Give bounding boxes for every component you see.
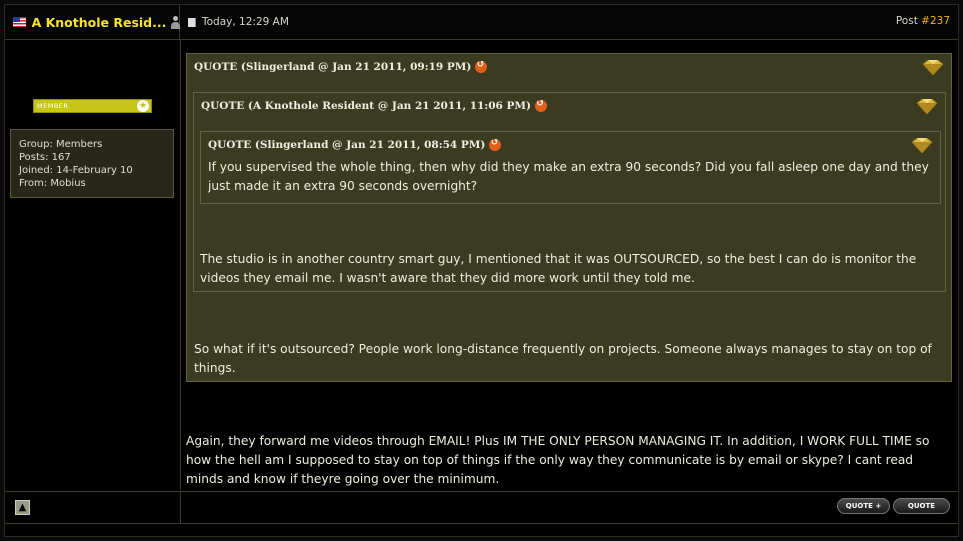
- up-arrow-icon[interactable]: ▲: [15, 500, 30, 515]
- quote-reply-text: So what if it's outsourced? People work …: [194, 342, 932, 375]
- author-sidebar: MEMBER ★ Group: Members Posts: 167 Joine…: [5, 40, 181, 490]
- multiquote-button[interactable]: QUOTE +: [837, 498, 890, 514]
- arrow-circle-icon[interactable]: [475, 59, 488, 73]
- gem-icon: [911, 138, 933, 153]
- rank-bar: MEMBER ★: [33, 99, 152, 113]
- post-number-link[interactable]: #237: [921, 15, 950, 27]
- quote-button[interactable]: QUOTE: [893, 498, 950, 514]
- post-footer: ▲ QUOTE + QUOTE: [5, 491, 958, 524]
- divider: [180, 492, 181, 524]
- document-icon: [188, 17, 196, 27]
- author-name-link[interactable]: A Knothole Resid...: [32, 15, 167, 30]
- rank-label: MEMBER: [37, 102, 69, 110]
- post-number: Post #237: [896, 15, 950, 27]
- person-icon[interactable]: [170, 15, 180, 29]
- quote-block-middle: QUOTE (A Knothole Resident @ Jan 21 2011…: [193, 92, 946, 292]
- author-cell: A Knothole Resid...: [5, 5, 180, 39]
- post-body-text: Again, they forward me videos through EM…: [186, 434, 930, 486]
- author-joined: Joined: 14-February 10: [19, 165, 133, 176]
- quote-header: QUOTE (Slingerland @ Jan 21 2011, 08:54 …: [201, 132, 940, 158]
- post-date: Today, 12:29 AM: [188, 5, 289, 39]
- divider: [5, 523, 958, 524]
- quote-text: If you supervised the whole thing, then …: [208, 160, 929, 193]
- quote-header: QUOTE (A Knothole Resident @ Jan 21 2011…: [194, 93, 945, 119]
- post-container: A Knothole Resid... Today, 12:29 AM Post…: [4, 4, 959, 537]
- quote-header-text: QUOTE (A Knothole Resident @ Jan 21 2011…: [201, 100, 531, 112]
- post-date-text: Today, 12:29 AM: [202, 16, 289, 28]
- quote-header: QUOTE (Slingerland @ Jan 21 2011, 09:19 …: [187, 54, 951, 80]
- author-from: From: Mobius: [19, 178, 86, 189]
- arrow-circle-icon[interactable]: [489, 137, 502, 151]
- author-info: Group: Members Posts: 167 Joined: 14-Feb…: [10, 129, 174, 198]
- quote-header-text: QUOTE (Slingerland @ Jan 21 2011, 08:54 …: [208, 139, 486, 151]
- arrow-circle-icon[interactable]: [535, 98, 547, 112]
- us-flag-icon: [13, 17, 26, 27]
- quote-header-text: QUOTE (Slingerland @ Jan 21 2011, 09:19 …: [194, 61, 472, 73]
- post-content: QUOTE (Slingerland @ Jan 21 2011, 09:19 …: [181, 40, 958, 490]
- author-group: Group: Members: [19, 139, 103, 150]
- rank-star-icon: ★: [137, 100, 149, 112]
- quote-reply-text: The studio is in another country smart g…: [200, 252, 917, 285]
- quote-block-inner: QUOTE (Slingerland @ Jan 21 2011, 08:54 …: [200, 131, 941, 204]
- post-number-label: Post: [895, 15, 922, 27]
- gem-icon: [922, 60, 944, 75]
- post-header: A Knothole Resid... Today, 12:29 AM Post…: [5, 5, 958, 40]
- quote-block-outer: QUOTE (Slingerland @ Jan 21 2011, 09:19 …: [186, 53, 952, 382]
- gem-icon: [916, 99, 938, 114]
- author-posts: Posts: 167: [19, 152, 71, 163]
